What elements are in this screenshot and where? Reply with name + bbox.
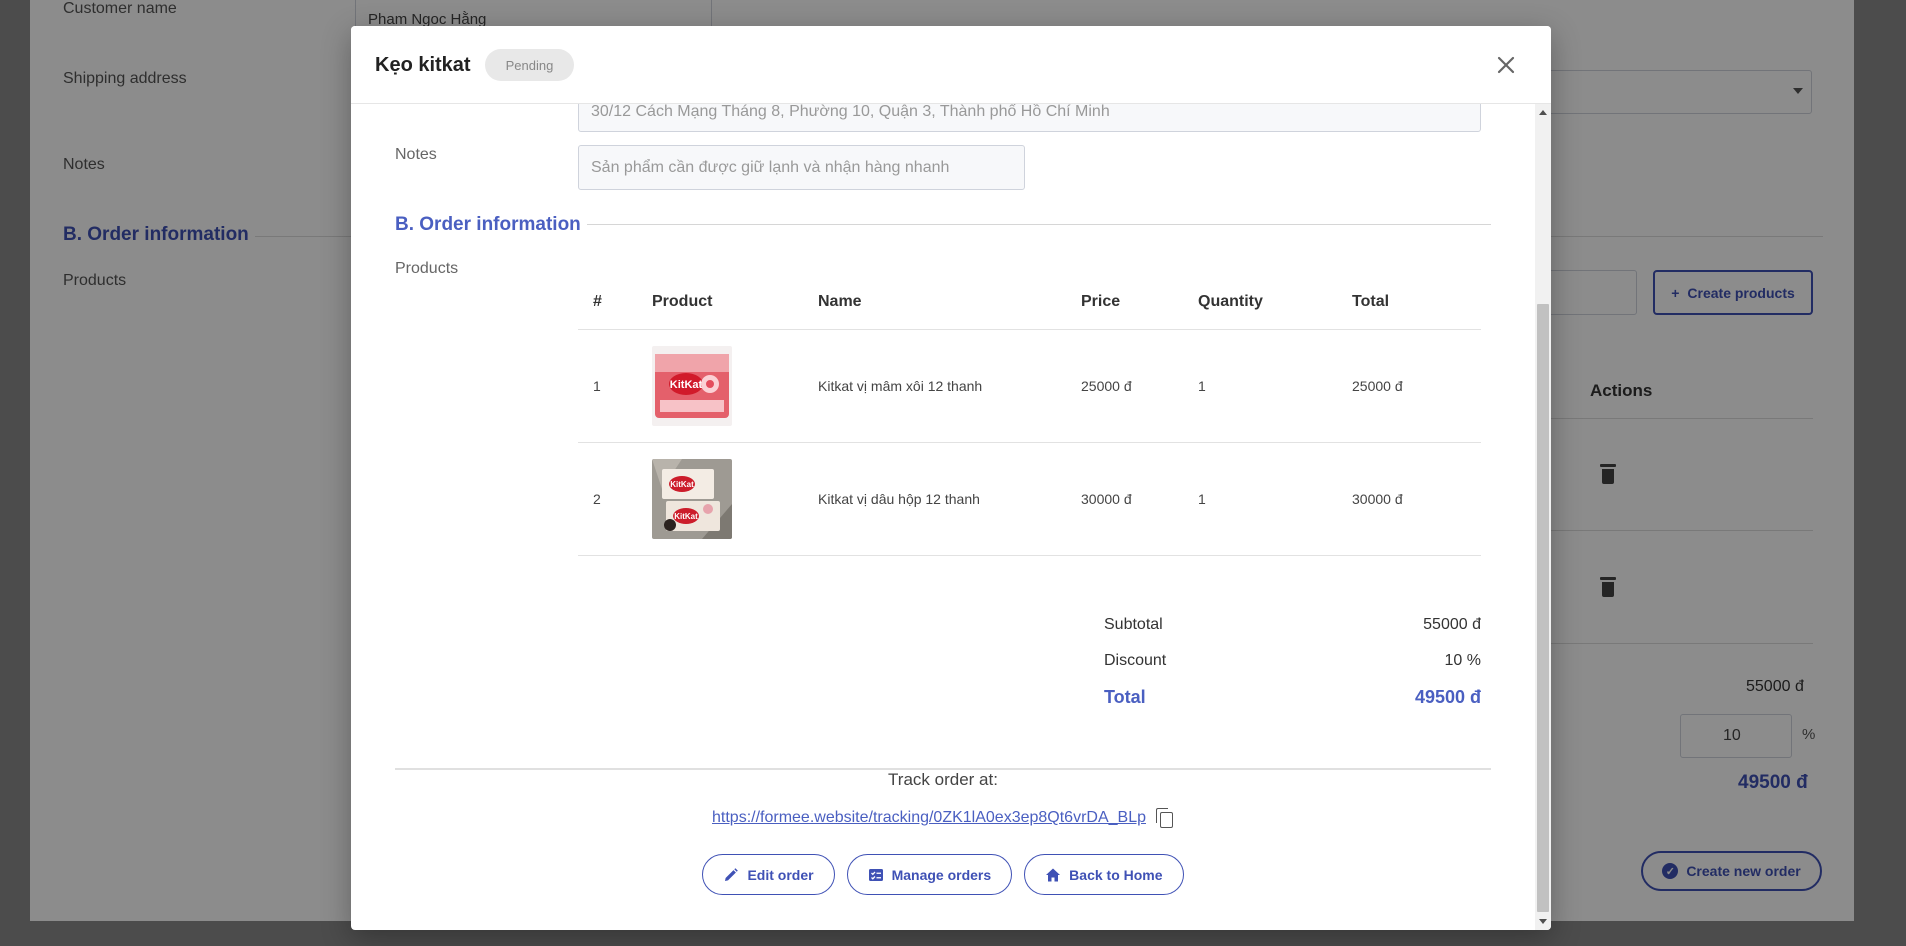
modal-body: 30/12 Cách Mạng Tháng 8, Phường 10, Quận… [351, 104, 1535, 930]
column-header-price: Price [1081, 292, 1121, 310]
row-total: 30000 đ [1352, 491, 1403, 507]
close-button[interactable] [1491, 50, 1521, 80]
manage-orders-button[interactable]: Manage orders [846, 854, 1013, 895]
row-product-name: Kitkat vị mâm xôi 12 thanh [818, 378, 983, 394]
table-row: 1 KitKat Kitkat vị mâm xôi 12 thanh 2500… [578, 330, 1481, 443]
products-label: Products [395, 260, 459, 277]
column-header-index: # [593, 292, 602, 310]
notes-input[interactable]: Sản phẩm cần được giữ lạnh và nhận hàng … [578, 145, 1025, 190]
discount-value: 10 % [1444, 652, 1481, 669]
modal-action-buttons: Edit order Manage orders Back to Home [351, 854, 1535, 895]
notes-label: Notes [395, 146, 437, 163]
scroll-up-arrow-icon[interactable] [1539, 110, 1547, 115]
svg-text:KitKat: KitKat [674, 512, 698, 521]
subtotal-label: Subtotal [1104, 616, 1163, 633]
modal-scrollbar[interactable] [1535, 104, 1551, 930]
subtotal-row: Subtotal 55000 đ [1104, 616, 1481, 634]
tracking-link[interactable]: https://formee.website/tracking/0ZK1lA0e… [712, 809, 1146, 827]
total-value: 49500 đ [1414, 687, 1481, 707]
row-price: 25000 đ [1081, 378, 1132, 394]
products-table: # Product Name Price Quantity Total 1 Ki… [578, 274, 1481, 556]
row-quantity: 1 [1198, 491, 1206, 507]
track-order-label: Track order at: [888, 770, 998, 789]
product-image-kitkat-strawberry: KitKat KitKat [652, 459, 732, 539]
row-index: 1 [593, 378, 601, 394]
table-row: 2 KitKat KitKat Kitkat vị dâu hộp 12 tha… [578, 443, 1481, 556]
table-header: # Product Name Price Quantity Total [578, 274, 1481, 330]
discount-label: Discount [1104, 652, 1167, 669]
scrollbar-thumb[interactable] [1537, 304, 1549, 912]
section-divider [587, 224, 1491, 225]
modal-header: Kẹo kitkat Pending [351, 26, 1551, 104]
list-check-icon [868, 867, 884, 883]
total-row: Total 49500 đ [1104, 687, 1481, 708]
section-title: B. Order information [395, 214, 581, 235]
home-icon [1045, 867, 1061, 883]
back-to-home-button[interactable]: Back to Home [1024, 854, 1184, 895]
modal-title: Kẹo kitkat [375, 54, 471, 76]
total-label: Total [1104, 687, 1146, 707]
row-index: 2 [593, 491, 601, 507]
order-detail-modal: Kẹo kitkat Pending 30/12 Cách Mạng Tháng… [351, 26, 1551, 930]
product-image-kitkat-raspberry: KitKat [652, 346, 732, 426]
scroll-down-arrow-icon[interactable] [1539, 919, 1547, 924]
svg-text:KitKat: KitKat [670, 379, 703, 391]
column-header-quantity: Quantity [1198, 292, 1263, 310]
shipping-address-input[interactable]: 30/12 Cách Mạng Tháng 8, Phường 10, Quận… [578, 104, 1481, 132]
close-icon [1497, 56, 1515, 74]
column-header-product: Product [652, 292, 713, 310]
discount-row: Discount 10 % [1104, 652, 1481, 670]
subtotal-value: 55000 đ [1423, 616, 1481, 633]
status-badge: Pending [485, 49, 574, 81]
edit-order-button[interactable]: Edit order [702, 854, 835, 895]
row-product-name: Kitkat vị dâu hộp 12 thanh [818, 491, 980, 507]
row-quantity: 1 [1198, 378, 1206, 394]
pencil-icon [723, 867, 739, 883]
row-total: 25000 đ [1352, 378, 1403, 394]
svg-text:KitKat: KitKat [670, 480, 694, 489]
copy-icon[interactable] [1156, 808, 1174, 828]
row-price: 30000 đ [1081, 491, 1132, 507]
column-header-name: Name [818, 292, 862, 310]
column-header-total: Total [1352, 292, 1390, 310]
